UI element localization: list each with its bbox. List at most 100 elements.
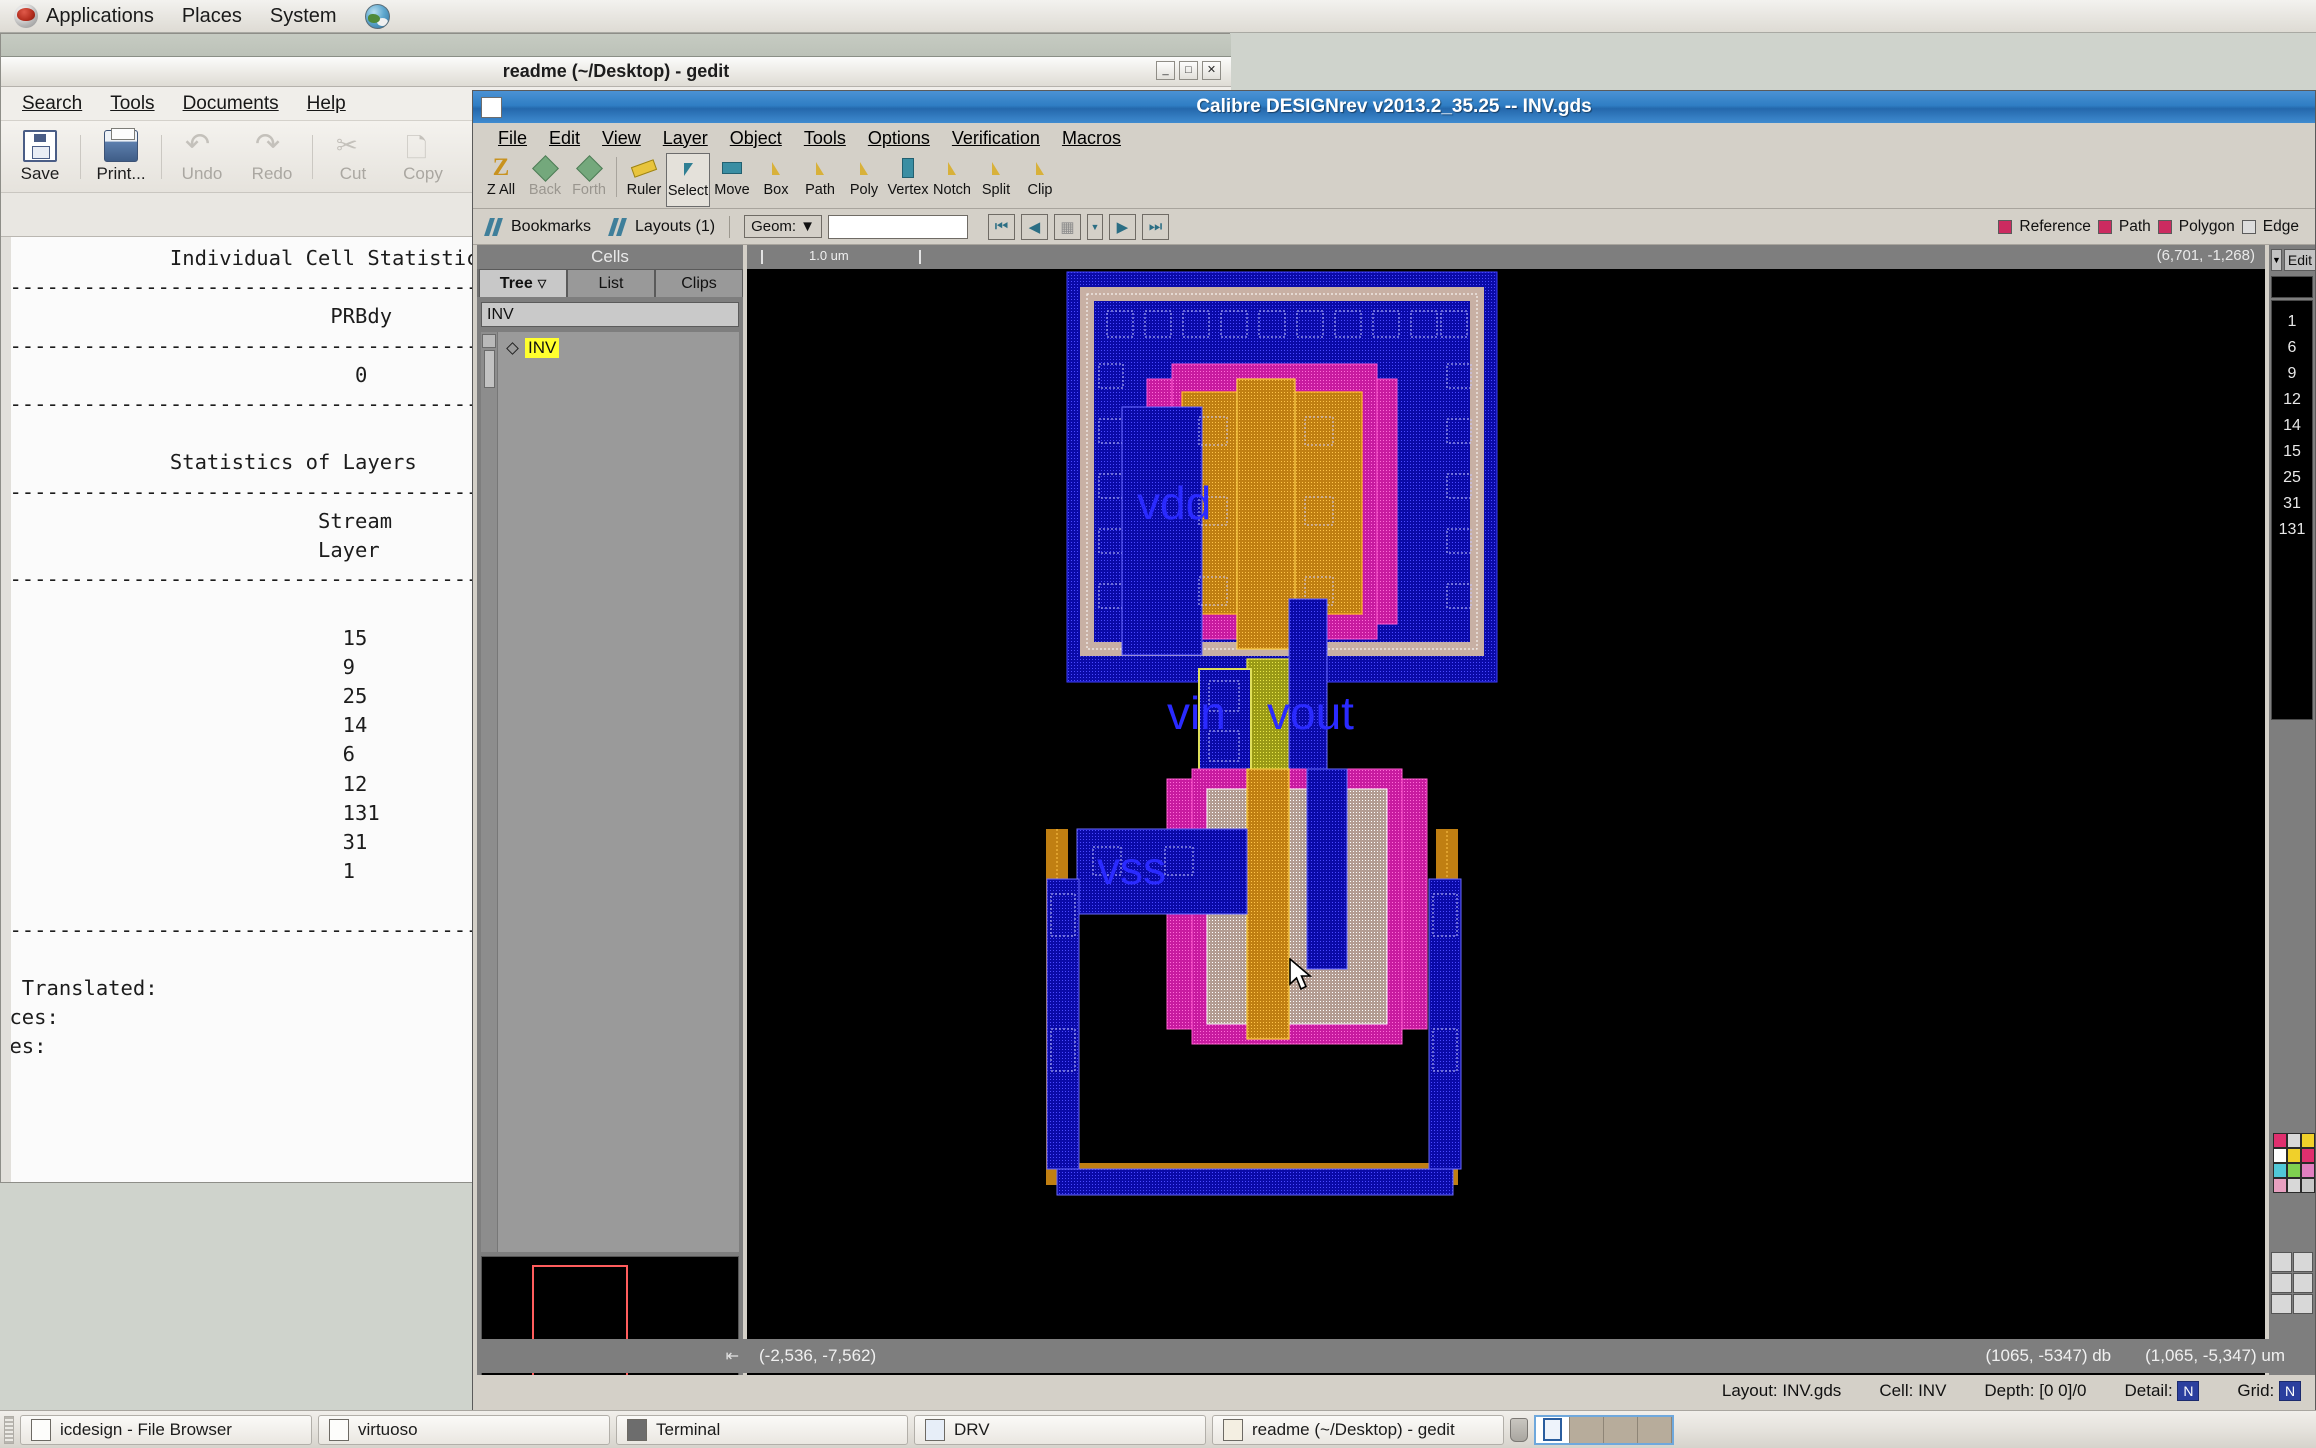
undo-button[interactable]: ↶ Undo	[167, 124, 237, 190]
calibre-menu-edit[interactable]: Edit	[538, 126, 591, 151]
layer-item[interactable]: 25	[2272, 465, 2312, 491]
poly-tool-button[interactable]: Poly	[842, 153, 886, 207]
expand-diamond-icon[interactable]	[506, 341, 519, 355]
scroll-thumb[interactable]	[483, 350, 495, 388]
layer-item[interactable]: 1	[2272, 309, 2312, 335]
pin-panel-icon[interactable]: ⇤	[726, 1346, 739, 1366]
copy-button[interactable]: 🗋 Copy	[388, 124, 458, 190]
gedit-close-button[interactable]: ✕	[1202, 61, 1221, 80]
vertex-tool-button[interactable]: Vertex	[886, 153, 930, 207]
color-swatch[interactable]	[2301, 1148, 2315, 1163]
nav-last-button[interactable]: ⏭	[1141, 213, 1169, 240]
redo-button[interactable]: ↷ Redo	[237, 124, 307, 190]
gedit-menu-documents[interactable]: Documents	[170, 90, 292, 118]
workspace-switcher[interactable]	[1534, 1414, 1674, 1445]
pattern-swatch[interactable]	[2292, 1273, 2313, 1293]
cells-tree-scrollbar[interactable]	[481, 332, 498, 1252]
cells-tree[interactable]: INV	[481, 332, 739, 1252]
pattern-swatch[interactable]	[2292, 1252, 2313, 1272]
zoom-all-button[interactable]: Z Z All	[479, 153, 523, 207]
places-menu[interactable]: Places	[168, 2, 256, 31]
nav-next-button[interactable]: ▶	[1108, 213, 1136, 240]
web-browser-launcher[interactable]	[351, 1, 404, 32]
color-swatch[interactable]	[2301, 1163, 2315, 1178]
taskbar-item-icdesign[interactable]: icdesign - File Browser	[20, 1414, 312, 1445]
layer-item[interactable]: 131	[2272, 517, 2312, 543]
layer-search-input[interactable]	[2271, 276, 2313, 298]
clip-tool-button[interactable]: Clip	[1018, 153, 1062, 207]
trash-icon[interactable]	[1510, 1417, 1528, 1442]
gedit-menu-tools[interactable]: Tools	[97, 90, 167, 118]
tree-item-inv[interactable]: INV	[506, 338, 739, 358]
nav-grid-button[interactable]: ▦	[1053, 213, 1081, 240]
geom-dropdown-button[interactable]: Geom: ▼	[744, 215, 822, 238]
workspace-2[interactable]	[1570, 1416, 1604, 1443]
tab-list[interactable]: List	[567, 269, 655, 297]
color-swatch[interactable]	[2273, 1148, 2287, 1163]
layer-item[interactable]: 14	[2272, 413, 2312, 439]
color-swatch[interactable]	[2301, 1178, 2315, 1193]
path-swatch[interactable]	[2097, 220, 2112, 234]
move-tool-button[interactable]: Move	[710, 153, 754, 207]
system-menu[interactable]: System	[256, 2, 351, 31]
chevron-down-icon[interactable]: ▼	[2271, 249, 2282, 271]
nav-first-button[interactable]: ⏮	[987, 213, 1015, 240]
taskbar-item-gedit[interactable]: readme (~/Desktop) - gedit	[1212, 1414, 1504, 1445]
gedit-menu-help[interactable]: Help	[294, 90, 359, 118]
calibre-menu-tools[interactable]: Tools	[793, 126, 857, 151]
taskbar-item-terminal[interactable]: Terminal	[616, 1414, 908, 1445]
calibre-menu-layer[interactable]: Layer	[652, 126, 719, 151]
color-swatch[interactable]	[2273, 1163, 2287, 1178]
pattern-swatch[interactable]	[2292, 1294, 2313, 1314]
ruler-button[interactable]: Ruler	[622, 153, 666, 207]
calibre-menu-file[interactable]: File	[487, 126, 538, 151]
taskbar-item-drv[interactable]: DRV	[914, 1414, 1206, 1445]
gedit-menu-search[interactable]: Search	[9, 90, 95, 118]
grid-value[interactable]: N	[2279, 1381, 2301, 1401]
color-swatch[interactable]	[2273, 1178, 2287, 1193]
polygon-swatch[interactable]	[2157, 220, 2172, 234]
applications-menu[interactable]: Applications	[0, 1, 168, 31]
gedit-maximize-button[interactable]: □	[1179, 61, 1198, 80]
cells-filter-input[interactable]: INV	[481, 302, 739, 327]
path-tool-button[interactable]: Path	[798, 153, 842, 207]
box-tool-button[interactable]: Box	[754, 153, 798, 207]
pattern-swatch[interactable]	[2271, 1252, 2292, 1272]
layer-edit-button[interactable]: Edit	[2283, 249, 2316, 271]
calibre-menu-view[interactable]: View	[591, 126, 652, 151]
layer-item[interactable]: 15	[2272, 439, 2312, 465]
color-swatch[interactable]	[2287, 1163, 2301, 1178]
zoom-forth-button[interactable]: Forth	[567, 153, 611, 207]
layer-item[interactable]: 6	[2272, 335, 2312, 361]
calibre-menu-options[interactable]: Options	[857, 126, 941, 151]
workspace-4[interactable]	[1638, 1416, 1672, 1443]
layer-item[interactable]: 12	[2272, 387, 2312, 413]
layouts-label[interactable]: Layouts (1)	[635, 218, 715, 236]
zoom-back-button[interactable]: Back	[523, 153, 567, 207]
color-swatch[interactable]	[2273, 1133, 2287, 1148]
geom-input[interactable]	[827, 214, 968, 239]
workspace-3[interactable]	[1604, 1416, 1638, 1443]
taskbar-grip-handle[interactable]	[4, 1415, 14, 1444]
save-button[interactable]: Save	[5, 124, 75, 190]
cut-button[interactable]: ✂ Cut	[318, 124, 388, 190]
reference-swatch[interactable]	[1998, 220, 2013, 234]
color-swatch[interactable]	[2287, 1148, 2301, 1163]
workspace-1[interactable]	[1536, 1416, 1570, 1443]
layout-canvas[interactable]: vdd vin vout vss	[747, 269, 2265, 1375]
calibre-menu-object[interactable]: Object	[719, 126, 793, 151]
layer-number-list[interactable]: 1 6 9 12 14 15 25 31 131	[2271, 300, 2313, 720]
color-swatch[interactable]	[2287, 1178, 2301, 1193]
notch-tool-button[interactable]: Notch	[930, 153, 974, 207]
color-swatch[interactable]	[2287, 1133, 2301, 1148]
select-tool-button[interactable]: Select	[666, 153, 710, 207]
layer-item[interactable]: 9	[2272, 361, 2312, 387]
color-swatch[interactable]	[2301, 1133, 2315, 1148]
split-tool-button[interactable]: Split	[974, 153, 1018, 207]
bookmarks-label[interactable]: Bookmarks	[511, 218, 591, 236]
detail-value[interactable]: N	[2177, 1381, 2200, 1401]
tab-tree[interactable]: Tree ▽	[479, 269, 567, 297]
taskbar-item-virtuoso[interactable]: virtuoso	[318, 1414, 610, 1445]
nav-grid-dropdown[interactable]: ▼	[1086, 213, 1103, 240]
pattern-swatch[interactable]	[2271, 1294, 2292, 1314]
